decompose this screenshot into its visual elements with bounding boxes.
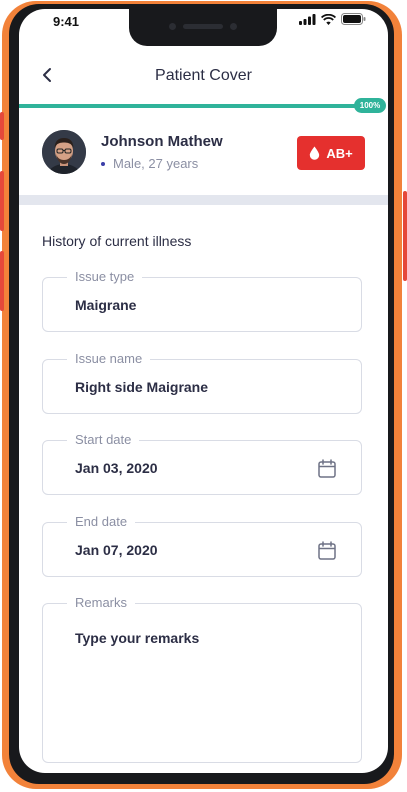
issue-type-label: Issue type — [67, 269, 143, 284]
end-date-label: End date — [67, 514, 136, 529]
start-date-value: Jan 03, 2020 — [75, 460, 158, 476]
end-date-value: Jan 07, 2020 — [75, 542, 158, 558]
start-date-field[interactable]: Start date Jan 03, 2020 — [42, 432, 362, 495]
avatar — [42, 130, 86, 174]
calendar-icon[interactable] — [317, 540, 337, 560]
status-time: 9:41 — [53, 14, 80, 29]
issue-type-field[interactable]: Issue type Maigrane — [42, 269, 362, 332]
bullet-dot — [101, 161, 105, 166]
patient-name: Johnson Mathew — [101, 133, 223, 150]
patient-info: Male, 27 years — [101, 156, 198, 171]
blood-type-label: AB+ — [326, 145, 353, 161]
start-date-label: Start date — [67, 432, 140, 447]
wifi-icon — [321, 13, 336, 25]
device-side-button — [0, 112, 4, 140]
patient-info-text: Male, 27 years — [113, 156, 199, 171]
end-date-field[interactable]: End date Jan 07, 2020 — [42, 514, 362, 577]
progress-fill — [19, 104, 367, 108]
blood-drop-icon — [310, 146, 320, 160]
battery-icon — [341, 13, 366, 25]
issue-name-label: Issue name — [67, 351, 151, 366]
app-header: Patient Cover — [19, 57, 388, 97]
notch — [129, 9, 277, 46]
issue-name-value: Right side Maigrane — [75, 379, 209, 395]
status-icons — [299, 13, 366, 25]
section-title: History of current illness — [42, 233, 192, 249]
calendar-icon[interactable] — [317, 458, 337, 478]
remarks-label: Remarks — [67, 595, 136, 610]
issue-name-field[interactable]: Issue name Right side Maigrane — [42, 351, 362, 414]
blood-type-badge: AB+ — [297, 136, 365, 170]
page-title: Patient Cover — [155, 67, 252, 84]
screen: 9:41 Patient Cover 100% Johnson Mathew M… — [19, 9, 388, 773]
patient-card: Johnson Mathew Male, 27 years AB+ — [19, 119, 388, 195]
section-divider — [19, 195, 388, 205]
issue-type-value: Maigrane — [75, 297, 137, 313]
remarks-field[interactable]: Remarks Type your remarks — [42, 595, 362, 763]
device-side-button — [0, 251, 4, 311]
device-side-button — [403, 191, 407, 281]
progress-badge: 100% — [354, 98, 386, 113]
signal-icon — [299, 13, 316, 25]
remarks-placeholder: Type your remarks — [75, 630, 200, 646]
progress-bar — [19, 104, 367, 108]
device-side-button — [0, 171, 4, 231]
